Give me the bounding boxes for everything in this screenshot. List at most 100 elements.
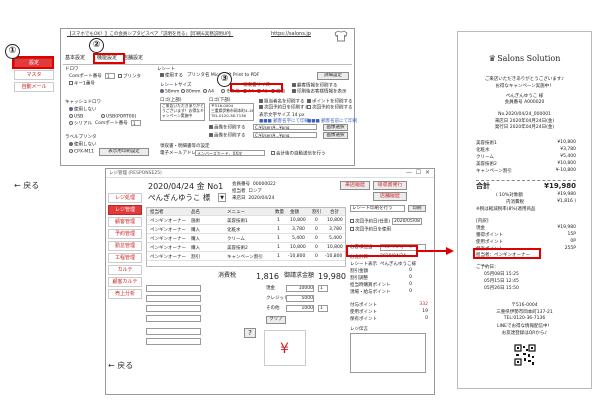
opt-customer-checkbox[interactable]: 顧客情報を印刷する <box>292 83 338 89</box>
font-size-label: 表示文字サイズ 14 px <box>259 113 305 118</box>
table-row[interactable]: ペンギンオーナー 購入 化粧水 1 3,780 0 3,780 <box>147 226 345 234</box>
receipt-issue-button[interactable]: 領収書発行 <box>373 181 407 190</box>
nav-attendance[interactable]: 勤怠管理 <box>108 241 142 251</box>
highlight-staff-select <box>346 245 418 257</box>
table-row[interactable]: ペンギンオーナー 購入 クリーム 1 5,400 0 5,400 <box>147 235 345 243</box>
opt-points-checkbox[interactable]: 印刷後お客様情報を表示 <box>292 89 347 95</box>
memo-input-1[interactable] <box>146 328 201 335</box>
img-path-input-1[interactable]: C:¥Users¥...¥png <box>253 124 317 130</box>
pay-credit-input[interactable]: 5000 <box>286 295 314 302</box>
table-row[interactable]: ペンギンオーナー 割引 キャンペーン割引 1 -10,800 0 -10,800 <box>147 253 345 261</box>
label-model-radio[interactable]: CPX-M11 <box>69 149 94 155</box>
size-80-radio[interactable]: 80mm <box>181 89 201 95</box>
printer-checkbox[interactable]: プリンタ <box>118 74 141 80</box>
customer-dropdown-icon[interactable]: ▼ <box>218 193 226 202</box>
table-row[interactable]: ペンギンオーナー 施術 美容技術1 1 10,800 0 10,800 <box>147 217 345 225</box>
memo-input-2[interactable] <box>146 338 201 345</box>
nav-karte[interactable]: カルテ <box>108 265 142 275</box>
opt-next-date-checkbox[interactable]: 次回予約日を印刷する <box>259 105 309 111</box>
payment-area: 現金 10000 クレジット 5000 その他 1000 1 1 クリア ? ¥ <box>146 285 346 380</box>
receipt-detail-button[interactable]: 詳細設定 <box>317 72 349 80</box>
crown-icon: ♛ <box>488 54 496 63</box>
back-link-top[interactable]: ← 戻る <box>14 181 39 190</box>
nav-customer-karte[interactable]: 顧客カルテ <box>108 277 142 287</box>
pos-side-nav: レジ処理 レジ管理 顧客管理 予約管理 勤怠管理 工程管理 カルテ 顧客カルテ … <box>106 193 144 343</box>
tab-store[interactable]: 店舗設定 <box>123 55 143 62</box>
com-port-label: Comポート番号 <box>69 74 102 79</box>
memo-textarea[interactable] <box>350 333 426 373</box>
nav-master[interactable]: マスタ <box>14 70 54 80</box>
opt-next-checkbox[interactable]: 次回予約を印刷する <box>307 105 353 111</box>
receipt-tax: ( 10%対象額 ¥19,980 内消費税 ¥1,816 ) ※税は軽減税率(8%)… <box>476 192 576 212</box>
step-1-marker: ① <box>5 44 20 59</box>
pay-other-input[interactable]: 1000 <box>286 305 314 312</box>
table-row[interactable]: ペンギンオーナー 購入 美容技術2 1 10,800 0 10,800 <box>147 244 345 252</box>
next-visit-checkbox[interactable]: 次回予約日(任意) <box>350 219 390 225</box>
com-port2-input[interactable]: 1 <box>131 120 141 126</box>
receipt-next-reservations: ご予約日： 05月08日 15:25 05月15日 12:45 05月26日 1… <box>476 265 519 291</box>
highlight-customer-option <box>230 83 283 92</box>
pay-extra-2[interactable]: 1 <box>318 305 328 312</box>
img-print-checkbox-2[interactable]: 画像を印刷する <box>209 133 246 139</box>
highlight-function-tab <box>93 53 125 64</box>
nav-customer[interactable]: 顧客管理 <box>108 217 142 227</box>
receipt-member: 会員番号 A000020 <box>504 100 545 105</box>
drawer-use-radio[interactable]: 使用しない <box>69 107 97 113</box>
receipt-use-checkbox[interactable]: 使用する <box>160 73 183 79</box>
mail-input[interactable]: メンバーズカード、XX次 <box>195 150 265 156</box>
pay-select-4[interactable] <box>146 315 201 322</box>
logo-header-input[interactable]: ご来店いただきありがとうございます！お得なキャンペーン実施中 <box>160 103 205 121</box>
logo-footer-input[interactable]: 〒516-0004 三重県伊勢市岡本町4-16-8 TEL.0120-36-71… <box>209 103 254 121</box>
pos-date: 2020/04/24 金 No1 <box>148 182 224 191</box>
img-print-checkbox-1[interactable]: 画像を印刷する <box>209 125 246 131</box>
nav-auto-mail[interactable]: 自動メール <box>14 82 54 92</box>
img-select-button-1[interactable]: 画像選択 <box>323 124 348 131</box>
member-no-field: 会員番号 00000022 <box>232 182 276 187</box>
receipt-items: 美容技術1 ¥10,800 化粧水 ¥3,780 クリーム ¥5,400 美容技術2 ¥… <box>476 140 576 174</box>
receipt-print-select[interactable]: レシート印刷を行う <box>350 205 405 212</box>
nav-register[interactable]: レジ処理 <box>108 193 142 203</box>
receipt-total: 合計 ¥19,980 <box>476 180 576 190</box>
window-controls[interactable]: — ☐ ✕ <box>406 169 430 177</box>
nav-sales-analysis[interactable]: 売上分析 <box>108 289 142 299</box>
nav-process[interactable]: 工程管理 <box>108 253 142 263</box>
drawer-serial-radio[interactable]: シリアル <box>69 121 92 127</box>
nav-reservation[interactable]: 予約管理 <box>108 229 142 239</box>
label-print-settings-button[interactable]: 表示用印刷設定 <box>99 148 149 156</box>
visit-history-button[interactable]: 来店履歴 <box>340 181 370 190</box>
pay-cash-label: 現金 <box>266 286 275 291</box>
drawer-usb-radio[interactable]: USB <box>69 114 83 120</box>
next-date-input[interactable]: 2020/05/08 <box>392 218 422 225</box>
opt-staff-checkbox[interactable]: 担当者名を印刷する <box>259 99 305 105</box>
pay-select-3[interactable] <box>146 305 201 312</box>
repeat-checkbox[interactable]: 次回予約日を使用 <box>350 227 391 233</box>
print-button[interactable]: 印刷 <box>408 205 426 212</box>
tab-basic[interactable]: 基本設定 <box>65 55 85 62</box>
salon-logo: ♛ Salons Solution <box>488 54 561 63</box>
visit-date-field: 来店日 2020/04/24 <box>232 196 275 201</box>
size-a4-radio[interactable]: A4 <box>203 89 214 95</box>
label-use-radio[interactable]: 使用しない <box>69 142 97 148</box>
nav-register-manage[interactable]: レジ管理 <box>108 205 142 215</box>
pay-cash-input[interactable]: 10000 <box>286 285 314 292</box>
store-history-button[interactable]: 店舗履歴 <box>373 192 407 201</box>
com-port2-label: Comポート番号 <box>95 121 128 126</box>
pos-customer: ぺんぎんゆうこ 様 <box>148 193 211 202</box>
receipt-no: No.2020/04/24_000001 <box>498 112 551 117</box>
pay-extra-1[interactable]: 1 <box>318 285 328 292</box>
back-link-pos[interactable]: ← 戻る <box>108 361 133 370</box>
pay-select-1[interactable] <box>146 285 201 292</box>
drawer-usb-port[interactable]: USB(PORT00) <box>101 114 136 120</box>
img-select-button-2[interactable]: 画像選択 <box>323 132 348 139</box>
img-path-input-2[interactable]: C:¥Users¥...¥png <box>253 132 317 138</box>
opt-b-checkbox[interactable]: ポイントを印刷する <box>307 99 353 105</box>
tax-value: 1,816 <box>256 272 279 281</box>
pay-select-2[interactable] <box>146 295 201 302</box>
settings-url[interactable]: https://salons.jp <box>271 31 311 38</box>
com-port-input[interactable]: 1 <box>105 73 115 79</box>
size-58-radio[interactable]: 58mm <box>160 89 180 95</box>
help-button[interactable]: ? <box>244 328 256 338</box>
mail-auto-checkbox[interactable]: 会計後の自動送信を行う <box>271 151 326 157</box>
clear-button[interactable]: クリア <box>266 316 286 324</box>
receipt-thanks: ご来店いただきありがとうございます♪ <box>484 77 565 82</box>
